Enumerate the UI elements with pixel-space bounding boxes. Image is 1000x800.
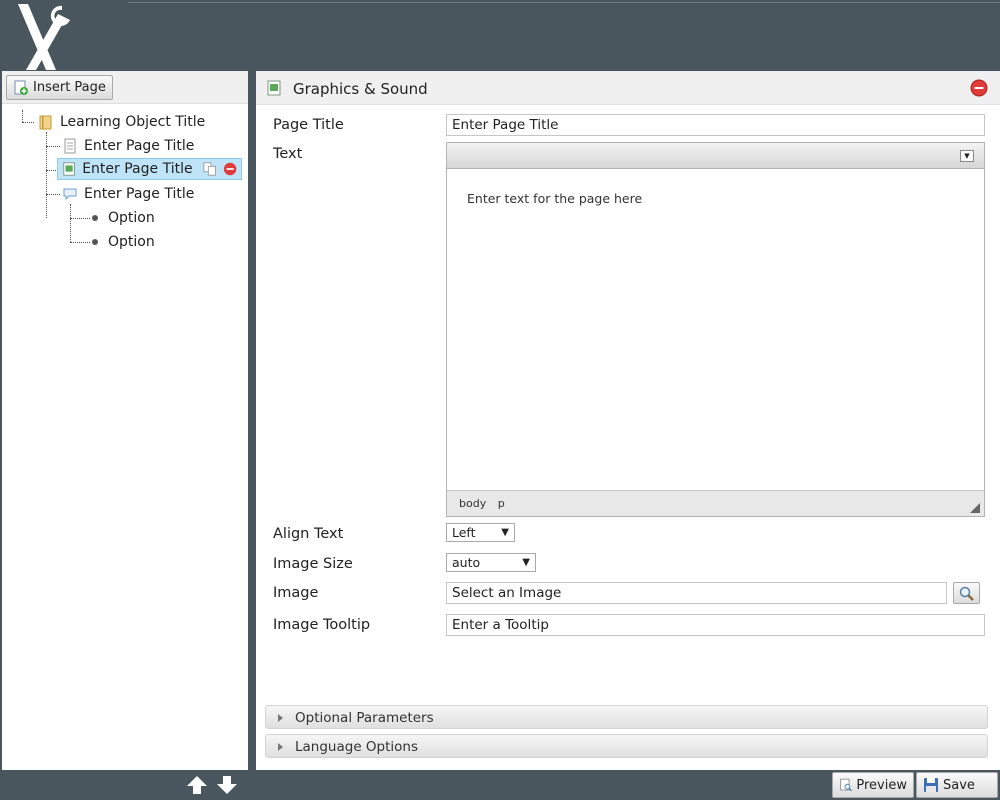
tree-item-graphics-page[interactable]: Enter Page Title <box>57 158 242 180</box>
save-button[interactable]: Save <box>916 772 998 798</box>
tree-item-quiz-page[interactable]: Enter Page Title <box>62 183 194 205</box>
image-input[interactable]: Select an Image <box>446 582 947 604</box>
tree-connector <box>70 242 90 243</box>
tree-connector <box>22 110 23 122</box>
preview-button[interactable]: Preview <box>832 772 914 798</box>
tree-root[interactable]: Learning Object Title <box>38 111 205 133</box>
insert-page-button[interactable]: Insert Page <box>6 75 113 100</box>
image-label: Image <box>273 585 319 601</box>
duplicate-icon[interactable] <box>203 161 217 177</box>
insert-page-label: Insert Page <box>33 80 106 95</box>
graphics-page-icon <box>267 80 281 96</box>
language-options-section[interactable]: Language Options <box>265 734 988 758</box>
tree-connector <box>46 146 60 147</box>
tree-option-label: Option <box>108 234 155 250</box>
align-text-select[interactable]: Left ▼ <box>446 523 515 542</box>
delete-icon[interactable] <box>223 161 237 177</box>
status-path-body[interactable]: body <box>459 497 486 510</box>
tree-connector <box>22 122 34 123</box>
align-text-value: Left <box>452 525 476 540</box>
image-tooltip-input[interactable]: Enter a Tooltip <box>446 614 985 636</box>
editor-content[interactable]: Enter text for the page here <box>447 169 984 228</box>
tools-logo-icon <box>18 4 70 70</box>
triangle-right-icon <box>278 743 283 751</box>
chevron-down-icon: ▼ <box>522 557 530 568</box>
tree-footer <box>0 770 250 800</box>
tree-toolbar: Insert Page <box>2 71 248 104</box>
tree-connector <box>46 194 60 195</box>
align-text-label: Align Text <box>273 526 344 542</box>
triangle-right-icon <box>278 714 283 722</box>
rich-text-editor[interactable]: ▼ Enter text for the page here body p <box>446 142 985 517</box>
status-path-p[interactable]: p <box>498 497 505 510</box>
app-header <box>0 0 1000 70</box>
save-label: Save <box>943 777 975 793</box>
floppy-disk-icon <box>924 778 938 792</box>
tree-option[interactable]: Option <box>92 207 155 229</box>
optional-parameters-section[interactable]: Optional Parameters <box>265 705 988 729</box>
image-tooltip-label: Image Tooltip <box>273 617 371 633</box>
speech-bubble-icon <box>63 188 77 201</box>
tree-item-label: Enter Page Title <box>84 186 195 202</box>
page-editor-panel: Graphics & Sound Page Title Enter Page T… <box>256 71 1000 770</box>
tree-option-label: Option <box>108 210 155 226</box>
image-size-label: Image Size <box>273 556 353 572</box>
tree-item-text-page[interactable]: Enter Page Title <box>62 135 194 157</box>
tree-root-label: Learning Object Title <box>60 114 206 130</box>
add-page-icon <box>14 80 28 95</box>
editor-title: Graphics & Sound <box>293 80 428 98</box>
editor-status-bar: body p <box>447 490 984 516</box>
editor-toolbar: ▼ <box>447 143 984 169</box>
header-divider <box>128 2 1000 3</box>
image-size-select[interactable]: auto ▼ <box>446 553 536 572</box>
book-icon <box>39 115 52 130</box>
tree-item-label: Enter Page Title <box>84 138 195 154</box>
tree-connector <box>46 170 56 171</box>
move-down-arrow-icon[interactable] <box>216 774 238 796</box>
browse-image-button[interactable] <box>953 582 980 604</box>
image-size-value: auto <box>452 555 481 570</box>
chevron-down-icon: ▼ <box>501 527 509 538</box>
section-label: Language Options <box>295 739 419 755</box>
page-title-input[interactable]: Enter Page Title <box>446 114 985 136</box>
tree-connector <box>70 204 71 242</box>
text-label: Text <box>273 146 303 162</box>
bullet-icon <box>92 215 98 221</box>
preview-icon <box>840 778 852 792</box>
preview-label: Preview <box>856 777 907 793</box>
tree-option[interactable]: Option <box>92 231 155 253</box>
bullet-icon <box>92 239 98 245</box>
text-page-icon <box>64 138 76 154</box>
move-up-arrow-icon[interactable] <box>186 774 208 796</box>
panel-divider[interactable] <box>250 71 254 800</box>
editor-header: Graphics & Sound <box>256 71 1000 105</box>
page-tree-panel: Insert Page Learning Object Title Enter … <box>2 71 248 770</box>
magnifier-icon <box>959 586 974 601</box>
editor-footer: Preview Save <box>256 770 1000 800</box>
tree-connector <box>46 132 47 218</box>
tree-connector <box>70 218 90 219</box>
graphics-page-icon <box>63 162 75 176</box>
delete-page-icon[interactable] <box>970 79 988 97</box>
tree-item-label: Enter Page Title <box>82 161 193 177</box>
section-label: Optional Parameters <box>295 710 434 726</box>
toolbar-collapse-icon[interactable]: ▼ <box>960 150 974 162</box>
resize-handle-icon[interactable] <box>970 503 980 513</box>
page-title-label: Page Title <box>273 117 344 133</box>
